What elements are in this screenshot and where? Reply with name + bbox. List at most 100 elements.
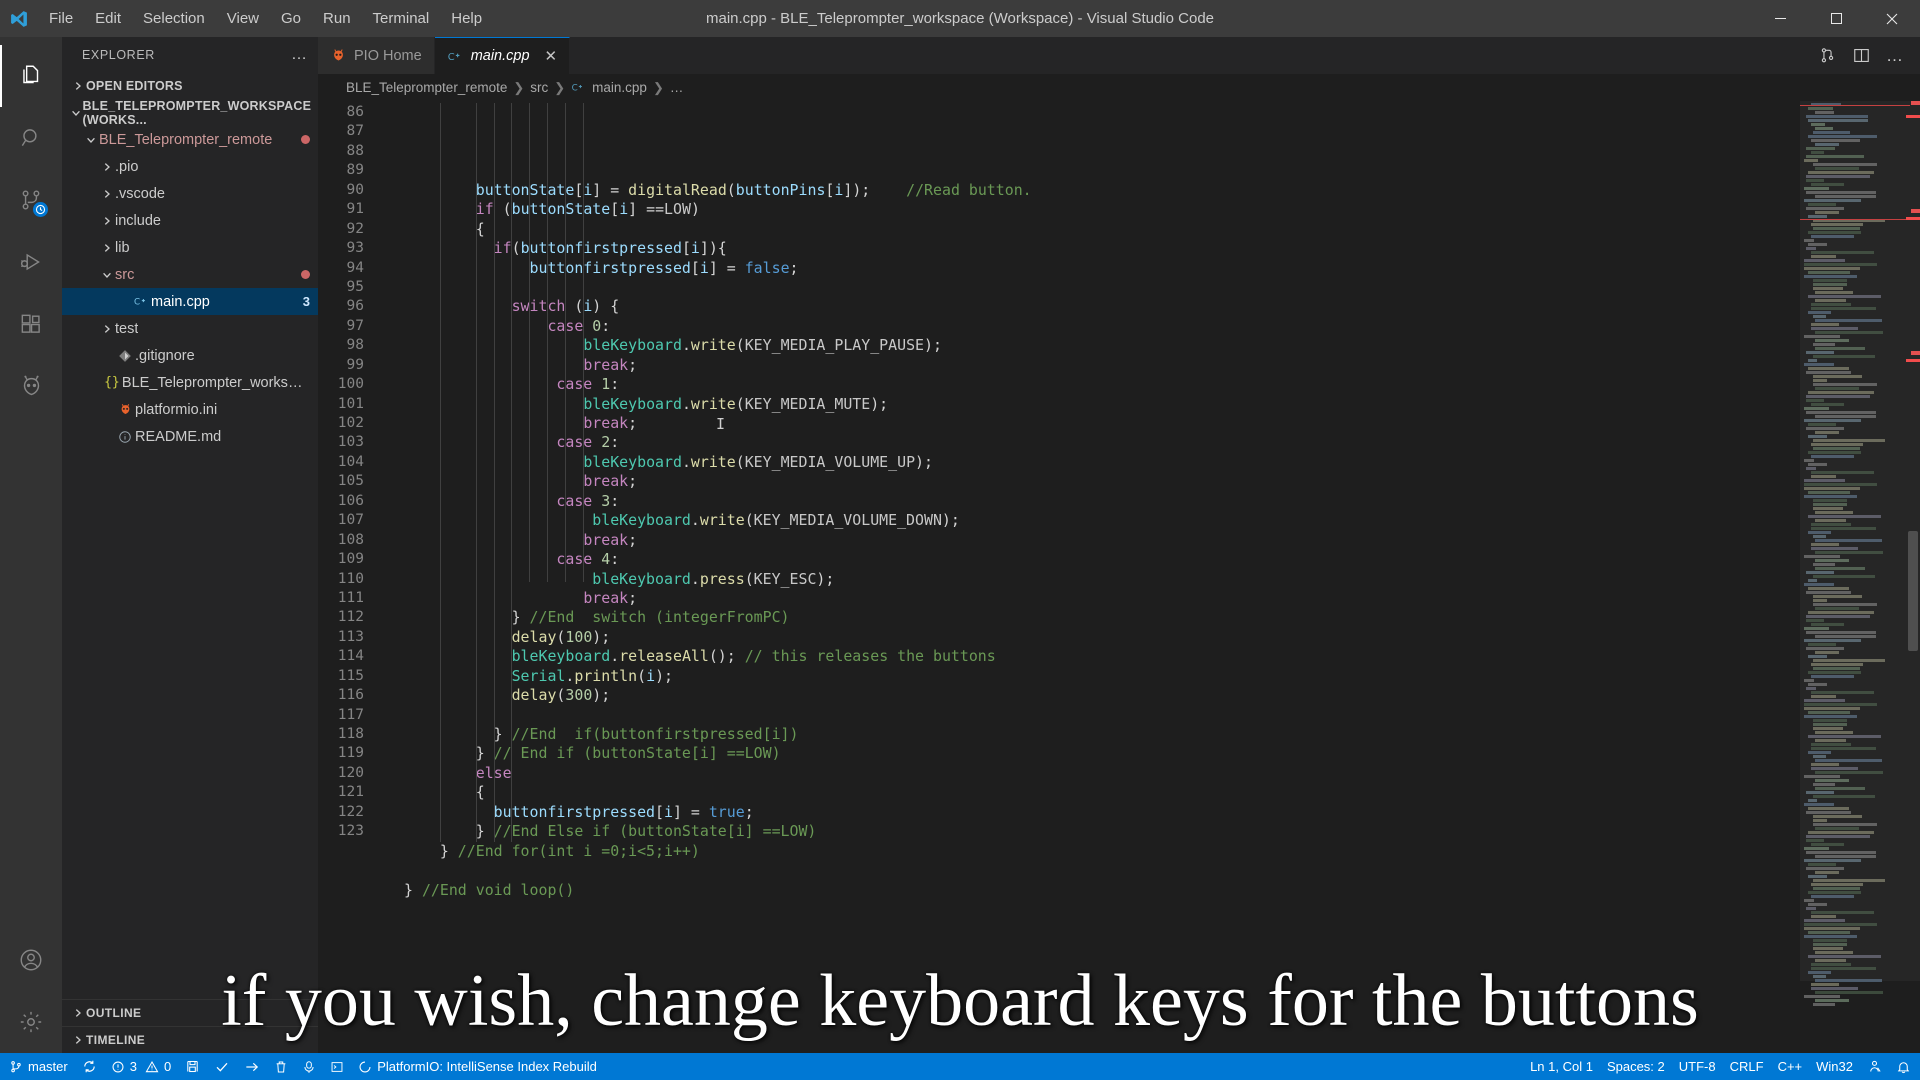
tab-main-cpp[interactable]: C main.cpp ✕ xyxy=(434,37,571,74)
tree-file-ble-teleprompter-workspace-code-[interactable]: {}BLE_Teleprompter_workspace.code-... xyxy=(62,369,318,396)
menu-view[interactable]: View xyxy=(216,0,270,37)
minimap[interactable] xyxy=(1800,101,1920,1053)
code-token: i xyxy=(834,180,844,199)
code-token: write xyxy=(690,452,736,471)
code-token: write xyxy=(690,336,736,355)
code-line: break; xyxy=(404,414,1800,433)
tab-close-icon[interactable]: ✕ xyxy=(545,47,558,65)
code-editor[interactable]: 86 87 88 89 90 91 92 93 94 95 96 97 98 99 100 101 102 103… xyxy=(318,101,1920,1053)
code-token: ); xyxy=(592,627,611,646)
code-token: bleKeyboard xyxy=(511,647,611,666)
menu-selection[interactable]: Selection xyxy=(132,0,216,37)
activity-settings[interactable] xyxy=(0,991,62,1053)
more-actions-icon[interactable]: … xyxy=(1880,41,1910,71)
status-editor-position[interactable]: Ln 1, Col 1 xyxy=(1523,1053,1600,1080)
line-number: 116 xyxy=(337,687,364,704)
close-button[interactable] xyxy=(1864,0,1920,37)
tree-folder-include[interactable]: include xyxy=(62,207,318,234)
menu-run[interactable]: Run xyxy=(312,0,362,37)
line-number: 99 xyxy=(346,356,364,373)
status-pio-upload[interactable] xyxy=(237,1053,267,1080)
tree-folder-src[interactable]: src xyxy=(62,261,318,288)
code-token: ( xyxy=(735,452,745,471)
code-token: ]){ xyxy=(699,239,727,258)
code-token: 4 xyxy=(601,550,611,569)
status-intellisense[interactable]: PlatformIO: IntelliSense Index Rebuild xyxy=(351,1053,604,1080)
indent-guide xyxy=(529,103,531,583)
minimize-button[interactable] xyxy=(1752,0,1808,37)
status-notifications[interactable] xyxy=(1889,1053,1918,1080)
status-pio-check[interactable] xyxy=(207,1053,237,1080)
activity-platformio[interactable] xyxy=(0,355,62,417)
tree-file-readme-md[interactable]: README.md xyxy=(62,423,318,450)
activity-search[interactable] xyxy=(0,107,62,169)
minimap-viewport-slider[interactable] xyxy=(1800,101,1920,981)
status-sync[interactable] xyxy=(75,1053,104,1080)
vertical-scrollbar-thumb[interactable] xyxy=(1908,531,1918,651)
activity-extensions[interactable] xyxy=(0,293,62,355)
tree-item-label: test xyxy=(115,320,139,337)
activity-accounts[interactable] xyxy=(0,929,62,991)
code-token: break xyxy=(583,530,629,549)
menu-terminal[interactable]: Terminal xyxy=(362,0,441,37)
section-open-editors[interactable]: OPEN EDITORS xyxy=(62,72,318,99)
code-token: //End if(buttonfirstpressed[i]) xyxy=(511,725,799,744)
breadcrumb-item-src[interactable]: src xyxy=(530,80,548,95)
status-pio-serial-monitor[interactable] xyxy=(295,1053,323,1080)
tree-item-label: .vscode xyxy=(115,185,165,202)
code-token: case xyxy=(556,491,593,510)
activity-run-debug[interactable] xyxy=(0,231,62,293)
status-indentation[interactable]: Spaces: 2 xyxy=(1600,1053,1672,1080)
tree-folder--vscode[interactable]: .vscode xyxy=(62,180,318,207)
status-eol[interactable]: CRLF xyxy=(1723,1053,1771,1080)
tree-folder-ble-teleprompter-remote[interactable]: BLE_Teleprompter_remote xyxy=(62,126,318,153)
editor-scrollbar[interactable] xyxy=(1906,101,1920,1053)
breadcrumb-item-project[interactable]: BLE_Teleprompter_remote xyxy=(346,80,507,95)
menu-go[interactable]: Go xyxy=(270,0,312,37)
status-pio-build[interactable] xyxy=(178,1053,207,1080)
status-feedback[interactable] xyxy=(1860,1053,1889,1080)
minimap-line xyxy=(1810,983,1839,986)
status-branch[interactable]: master xyxy=(2,1053,75,1080)
status-encoding[interactable]: UTF-8 xyxy=(1672,1053,1723,1080)
split-editor-icon[interactable] xyxy=(1846,41,1876,71)
views-more-actions-icon[interactable]: … xyxy=(291,46,308,64)
activity-explorer[interactable] xyxy=(0,45,62,107)
code-token: ( xyxy=(735,394,745,413)
source-control-compare-icon[interactable] xyxy=(1812,41,1842,71)
code-token: : xyxy=(610,550,620,569)
status-pio-terminal[interactable] xyxy=(323,1053,351,1080)
info-file-icon xyxy=(115,430,135,444)
status-language-mode[interactable]: C++ xyxy=(1771,1053,1810,1080)
breadcrumb-item-symbol[interactable]: … xyxy=(670,80,684,95)
activity-source-control[interactable] xyxy=(0,169,62,231)
tree-folder-lib[interactable]: lib xyxy=(62,234,318,261)
status-pio-clean[interactable] xyxy=(267,1053,295,1080)
menu-file[interactable]: File xyxy=(38,0,84,37)
tree-file--gitignore[interactable]: .gitignore xyxy=(62,342,318,369)
tree-file-platformio-ini[interactable]: platformio.ini xyxy=(62,396,318,423)
menu-edit[interactable]: Edit xyxy=(84,0,132,37)
code-token: case xyxy=(556,433,593,452)
maximize-button[interactable] xyxy=(1808,0,1864,37)
tree-file-main-cpp[interactable]: Cmain.cpp 3 xyxy=(62,288,318,315)
panel-timeline[interactable]: TIMELINE xyxy=(62,1026,318,1053)
line-number: 113 xyxy=(337,628,364,645)
status-problems[interactable]: 3 0 xyxy=(104,1053,178,1080)
section-workspace[interactable]: BLE_TELEPROMPTER_WORKSPACE (WORKS... xyxy=(62,99,318,127)
code-token: //End Else if (buttonState[i] ==LOW) xyxy=(493,822,817,841)
panel-outline[interactable]: OUTLINE xyxy=(62,999,318,1026)
breadcrumb-item-file[interactable]: main.cpp xyxy=(592,80,647,95)
code-content[interactable]: I buttonState[i] = digitalRead(buttonPin… xyxy=(404,101,1800,1053)
menu-help[interactable]: Help xyxy=(440,0,493,37)
chevron-right-icon xyxy=(98,161,115,173)
code-token: true xyxy=(708,802,745,821)
sidebar-title: EXPLORER xyxy=(82,47,155,62)
folding-gutter[interactable] xyxy=(386,101,404,1053)
tree-folder-test[interactable]: test xyxy=(62,315,318,342)
tree-folder--pio[interactable]: .pio xyxy=(62,153,318,180)
tab-pio-home[interactable]: PIO Home xyxy=(318,37,435,74)
code-token: ; xyxy=(628,355,638,374)
status-pio-env[interactable]: Win32 xyxy=(1809,1053,1860,1080)
